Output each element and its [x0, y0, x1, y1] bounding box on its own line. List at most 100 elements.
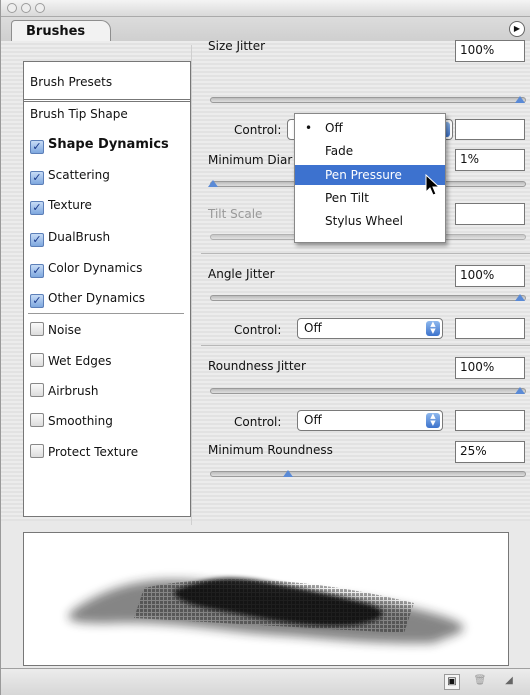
- close-window-icon[interactable]: [7, 3, 17, 13]
- list-divider: [24, 99, 190, 100]
- brush-stroke-image: [68, 577, 464, 644]
- checkbox-checked-icon[interactable]: ✓: [30, 140, 44, 154]
- sidebar-item-smoothing[interactable]: Smoothing: [30, 412, 113, 430]
- sidebar-item-label: Texture: [48, 198, 92, 212]
- chevron-updown-icon: ▲▼: [426, 413, 440, 428]
- checkbox-unchecked-icon[interactable]: [30, 353, 44, 367]
- tab-bar: Brushes ▶: [1, 17, 530, 42]
- checkbox-checked-icon[interactable]: ✓: [30, 294, 44, 308]
- size-control-label: Control:: [234, 123, 282, 137]
- minimum-diameter-field[interactable]: 1%: [455, 149, 525, 171]
- angle-jitter-field[interactable]: 100%: [455, 265, 525, 287]
- trash-icon[interactable]: 🗑: [472, 674, 488, 690]
- minimum-roundness-field[interactable]: 25%: [455, 441, 525, 463]
- sidebar-item-dual-brush[interactable]: ✓ DualBrush: [30, 228, 111, 247]
- sidebar-item-label: Noise: [48, 323, 82, 337]
- brush-stroke-preview: [23, 532, 509, 666]
- minimum-roundness-slider[interactable]: [210, 471, 526, 477]
- bullet-icon: •: [305, 121, 313, 135]
- new-brush-icon[interactable]: ▣: [444, 674, 460, 690]
- checkbox-unchecked-icon[interactable]: [30, 383, 44, 397]
- minimum-diameter-label: Minimum Diar: [208, 153, 293, 167]
- section-divider: [201, 345, 530, 346]
- checkbox-checked-icon[interactable]: ✓: [30, 233, 44, 247]
- checkbox-unchecked-icon[interactable]: [30, 444, 44, 458]
- size-control-field[interactable]: [455, 119, 525, 140]
- menu-item-pen-tilt[interactable]: Pen Tilt: [295, 188, 445, 208]
- menu-item-stylus-wheel[interactable]: Stylus Wheel: [295, 211, 445, 231]
- brush-options-list: Brush Presets Brush Tip Shape ✓ Shape Dyn…: [23, 61, 191, 517]
- menu-item-label: Fade: [325, 144, 354, 158]
- brush-settings-area: Brush Presets Brush Tip Shape ✓ Shape Dyn…: [1, 39, 530, 521]
- checkbox-checked-icon[interactable]: ✓: [30, 264, 44, 278]
- sidebar-item-label: Color Dynamics: [48, 261, 143, 275]
- minimize-window-icon[interactable]: [21, 3, 31, 13]
- checkbox-unchecked-icon[interactable]: [30, 322, 44, 336]
- angle-jitter-slider-thumb[interactable]: [515, 294, 525, 301]
- menu-item-off[interactable]: • Off: [295, 118, 445, 138]
- tilt-scale-label: Tilt Scale: [208, 207, 263, 221]
- angle-control-field[interactable]: [455, 318, 525, 339]
- roundness-jitter-slider[interactable]: [210, 388, 526, 394]
- panel-divider: [191, 45, 192, 525]
- angle-control-value: Off: [304, 321, 322, 335]
- menu-item-pen-pressure[interactable]: Pen Pressure: [295, 165, 445, 185]
- sidebar-item-label: Airbrush: [48, 384, 99, 398]
- size-jitter-field[interactable]: 100%: [455, 40, 525, 62]
- sidebar-item-label: Wet Edges: [48, 354, 112, 368]
- mouse-pointer-icon: [425, 174, 441, 196]
- sidebar-item-label: Smoothing: [48, 414, 113, 428]
- brush-tip-shape-item[interactable]: Brush Tip Shape: [30, 105, 128, 123]
- sidebar-item-label: Other Dynamics: [48, 291, 146, 305]
- roundness-control-field[interactable]: [455, 410, 525, 431]
- size-jitter-slider[interactable]: [210, 97, 526, 103]
- roundness-control-label: Control:: [234, 415, 282, 429]
- checkbox-checked-icon[interactable]: ✓: [30, 201, 44, 215]
- roundness-jitter-label: Roundness Jitter: [208, 359, 306, 373]
- sidebar-item-shape-dynamics[interactable]: ✓ Shape Dynamics: [30, 136, 169, 154]
- list-divider: [28, 313, 184, 314]
- sidebar-item-wet-edges[interactable]: Wet Edges: [30, 352, 112, 370]
- sidebar-item-label: Protect Texture: [48, 445, 139, 459]
- sidebar-item-airbrush[interactable]: Airbrush: [30, 382, 99, 400]
- minimum-roundness-label: Minimum Roundness: [208, 443, 333, 457]
- size-jitter-label: Size Jitter: [208, 39, 266, 53]
- sidebar-item-label: Shape Dynamics: [48, 137, 169, 152]
- sidebar-item-color-dynamics[interactable]: ✓ Color Dynamics: [30, 259, 143, 278]
- palette-footer: ▣ 🗑 ◢: [1, 668, 530, 695]
- minimum-roundness-slider-thumb[interactable]: [282, 470, 293, 477]
- chevron-updown-icon: ▲▼: [426, 321, 440, 336]
- sidebar-item-noise[interactable]: Noise: [30, 321, 81, 339]
- angle-jitter-slider[interactable]: [210, 295, 526, 301]
- menu-item-label: Stylus Wheel: [325, 214, 403, 228]
- title-bar[interactable]: [1, 0, 530, 17]
- checkbox-checked-icon[interactable]: ✓: [30, 171, 44, 185]
- control-dropdown-menu: • Off Fade Pen Pressure Pen Tilt Stylus W…: [294, 113, 446, 243]
- checkbox-unchecked-icon[interactable]: [30, 413, 44, 427]
- menu-item-label: Pen Pressure: [325, 168, 402, 182]
- palette-menu-icon[interactable]: ▶: [509, 21, 525, 37]
- roundness-jitter-slider-thumb[interactable]: [515, 387, 525, 394]
- tab-brushes[interactable]: Brushes: [11, 20, 111, 41]
- sidebar-item-texture[interactable]: ✓ Texture: [30, 196, 92, 215]
- resize-grip-icon[interactable]: ◢: [501, 674, 517, 690]
- sidebar-item-other-dynamics[interactable]: ✓ Other Dynamics: [30, 289, 146, 308]
- sidebar-item-protect-texture[interactable]: Protect Texture: [30, 443, 138, 461]
- roundness-jitter-field[interactable]: 100%: [455, 357, 525, 379]
- tilt-scale-field: [455, 203, 525, 225]
- angle-control-label: Control:: [234, 323, 282, 337]
- angle-jitter-label: Angle Jitter: [208, 267, 275, 281]
- menu-item-label: Pen Tilt: [325, 191, 369, 205]
- section-divider: [201, 253, 530, 254]
- minimum-diameter-slider-thumb[interactable]: [208, 180, 219, 187]
- roundness-control-value: Off: [304, 413, 322, 427]
- sidebar-item-label: DualBrush: [48, 230, 111, 244]
- list-divider: [24, 101, 190, 102]
- menu-item-fade[interactable]: Fade: [295, 141, 445, 161]
- size-jitter-slider-thumb[interactable]: [515, 96, 525, 103]
- angle-control-select[interactable]: Off ▲ ▼: [297, 318, 443, 339]
- sidebar-item-scattering[interactable]: ✓ Scattering: [30, 166, 110, 185]
- roundness-control-select[interactable]: Off ▲ ▼: [297, 410, 443, 431]
- brush-presets-item[interactable]: Brush Presets: [30, 73, 112, 91]
- zoom-window-icon[interactable]: [35, 3, 45, 13]
